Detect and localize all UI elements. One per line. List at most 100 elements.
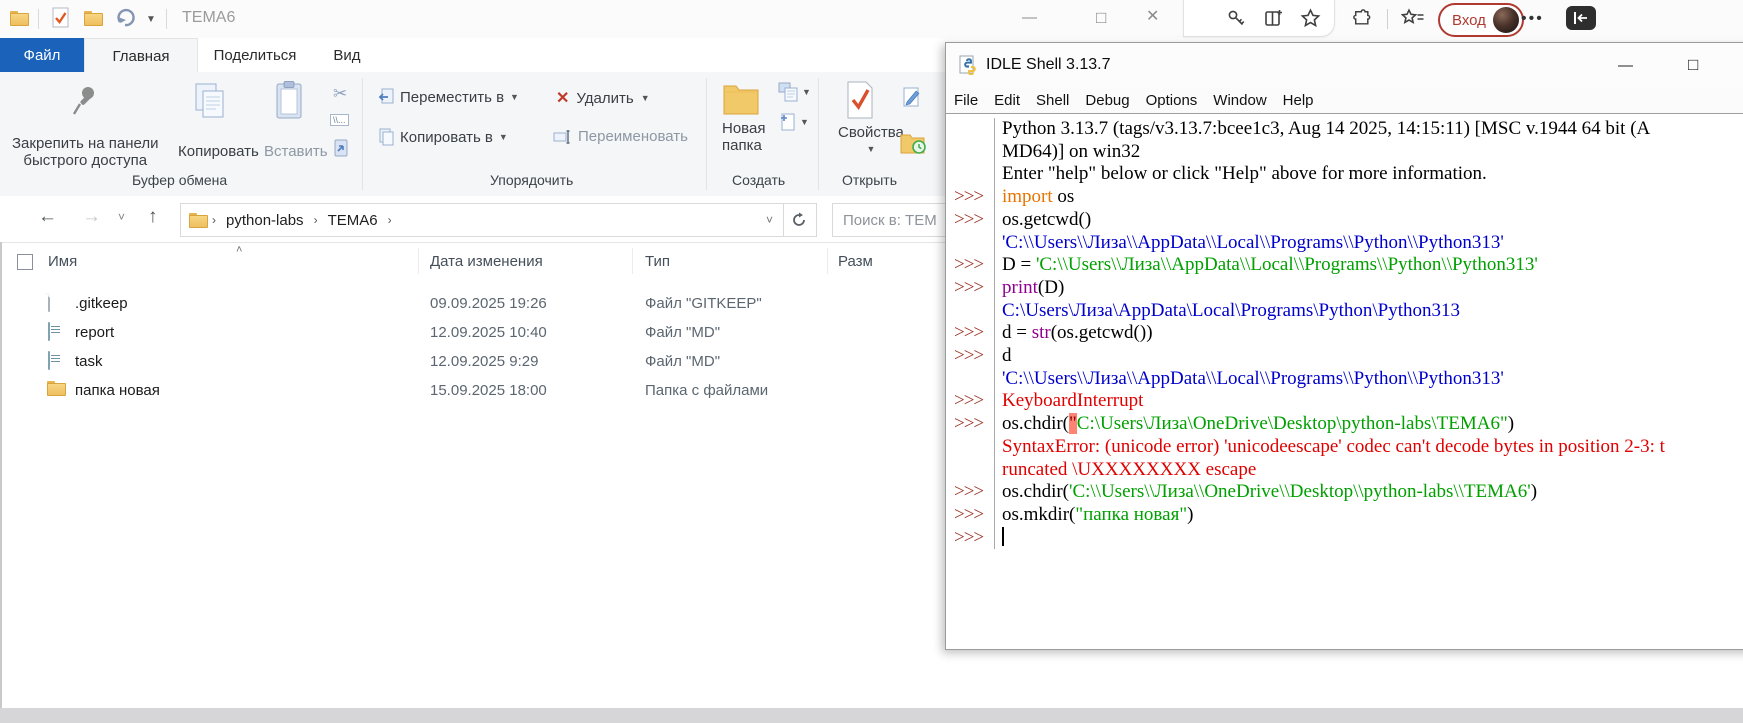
- shell-prompt: >>>: [946, 209, 995, 232]
- idle-menu-window[interactable]: Window: [1205, 92, 1274, 109]
- column-header-name[interactable]: Имя: [48, 253, 77, 270]
- breadcrumb-chevron-icon: ›: [384, 213, 396, 227]
- idle-menu-options[interactable]: Options: [1138, 92, 1206, 109]
- shell-prompt: >>>: [946, 186, 995, 209]
- breadcrumb-item-python-labs[interactable]: python-labs: [220, 212, 310, 229]
- idle-minimize-button[interactable]: —: [1618, 57, 1633, 74]
- new-folder-button[interactable]: Новая папка: [722, 120, 765, 154]
- properties-button[interactable]: Свойства ▼: [838, 124, 904, 154]
- divider: [362, 78, 363, 190]
- idle-menu-edit[interactable]: Edit: [986, 92, 1028, 109]
- extensions-icon[interactable]: [1352, 8, 1373, 29]
- shell-line: >>>os.chdir("C:\Users\Лиза\OneDrive\Desk…: [946, 413, 1743, 436]
- shell-line: >>>: [946, 527, 1743, 550]
- shell-line: C:\Users\Лиза\AppData\Local\Programs\Pyt…: [946, 300, 1743, 323]
- qat-customize-caret-icon[interactable]: ▼: [146, 14, 156, 25]
- cut-icon[interactable]: ✂: [333, 84, 347, 104]
- group-label-open: Открыть: [842, 172, 897, 188]
- rename-button[interactable]: Переименовать: [553, 128, 688, 145]
- history-icon[interactable]: [900, 132, 926, 154]
- breadcrumb-chevron-icon: ›: [208, 213, 220, 227]
- column-divider[interactable]: [418, 248, 419, 274]
- file-date: 09.09.2025 19:26: [430, 295, 547, 312]
- idle-menu-help[interactable]: Help: [1275, 92, 1322, 109]
- shell-gutter: [946, 232, 995, 255]
- idle-menu-debug[interactable]: Debug: [1077, 92, 1137, 109]
- easy-access-icon[interactable]: ▼: [778, 82, 811, 102]
- copy-to-button[interactable]: Копировать в▼: [378, 128, 508, 146]
- shell-lines[interactable]: Python 3.13.7 (tags/v3.13.7:bcee1c3, Aug…: [946, 114, 1743, 649]
- breadcrumb-item-tema6[interactable]: TEMA6: [322, 212, 384, 229]
- tab-file[interactable]: Файл: [0, 38, 84, 72]
- select-all-checkbox[interactable]: [17, 254, 33, 270]
- up-button[interactable]: ↑: [148, 206, 158, 228]
- copy-path-icon[interactable]: \\...: [330, 114, 349, 126]
- column-divider[interactable]: [632, 248, 633, 274]
- column-header-date[interactable]: Дата изменения: [430, 253, 543, 270]
- group-label-create: Создать: [732, 172, 785, 188]
- divider: [706, 78, 707, 190]
- tab-view[interactable]: Вид: [314, 38, 380, 72]
- breadcrumb-folder-icon: [189, 213, 208, 228]
- back-button[interactable]: ←: [38, 206, 57, 228]
- text-cursor: [1002, 527, 1004, 546]
- paste-button[interactable]: Вставить: [264, 143, 328, 160]
- idle-menu-file[interactable]: File: [946, 92, 986, 109]
- refresh-button[interactable]: [782, 203, 817, 237]
- idle-maximize-button[interactable]: □: [1688, 55, 1698, 75]
- file-name: папка новая: [75, 382, 160, 399]
- favorites-list-icon[interactable]: [1401, 8, 1425, 28]
- explorer-minimize-button[interactable]: —: [1022, 10, 1037, 25]
- explorer-close-button[interactable]: ✕: [1146, 9, 1159, 25]
- shell-line: 'C:\\Users\\Лиза\\AppData\\Local\\Progra…: [946, 232, 1743, 255]
- pin-button[interactable]: Закрепить на панели быстрого доступа: [12, 135, 159, 169]
- split-screen-plus-icon[interactable]: [1264, 8, 1284, 28]
- paste-shortcut-icon[interactable]: [333, 138, 349, 158]
- forward-button[interactable]: →: [82, 206, 101, 228]
- file-row[interactable]: report 12.09.2025 10:40 Файл "MD": [0, 319, 940, 347]
- shell-gutter: [946, 368, 995, 391]
- shell-prompt: >>>: [946, 277, 995, 300]
- desktop-edge: [0, 708, 1743, 723]
- properties-qat-icon[interactable]: [52, 7, 70, 29]
- breadcrumb[interactable]: › python-labs › TEMA6 › ˅: [180, 203, 784, 237]
- tab-home[interactable]: Главная: [84, 38, 198, 73]
- column-divider[interactable]: [827, 248, 828, 274]
- file-row[interactable]: папка новая 15.09.2025 18:00 Папка с фай…: [0, 377, 940, 405]
- file-date: 12.09.2025 10:40: [430, 324, 547, 341]
- file-type: Файл "MD": [645, 353, 720, 370]
- file-row[interactable]: .gitkeep 09.09.2025 19:26 Файл "GITKEEP": [0, 290, 940, 318]
- redo-icon[interactable]: [116, 8, 138, 28]
- shell-line: >>>os.mkdir("папка новая"): [946, 504, 1743, 527]
- move-to-button[interactable]: Переместить в▼: [378, 88, 519, 106]
- sidebar-toggle-icon[interactable]: [1566, 6, 1596, 30]
- explorer-maximize-button[interactable]: □: [1096, 9, 1106, 26]
- copy-button[interactable]: Копировать: [178, 143, 259, 160]
- column-header-size[interactable]: Разм: [838, 253, 873, 270]
- more-options-icon[interactable]: •••: [1521, 10, 1544, 28]
- edit-icon[interactable]: [902, 86, 924, 110]
- md-file-icon: [48, 351, 50, 370]
- properties-icon: [845, 80, 875, 120]
- shell-gutter: [946, 436, 995, 459]
- new-folder-qat-icon[interactable]: [84, 11, 103, 26]
- recent-locations-caret-icon[interactable]: ˅: [118, 210, 125, 224]
- idle-menu-shell[interactable]: Shell: [1028, 92, 1077, 109]
- address-dropdown-caret-icon[interactable]: ˅: [766, 213, 773, 227]
- explorer-logo-folder-icon: [10, 11, 29, 26]
- tab-share[interactable]: Поделиться: [196, 38, 314, 72]
- file-name: task: [75, 353, 103, 370]
- avatar: [1493, 7, 1519, 33]
- column-header-type[interactable]: Тип: [645, 253, 670, 270]
- new-item-icon[interactable]: ▼: [780, 112, 809, 132]
- signin-button[interactable]: Вход: [1438, 3, 1524, 37]
- shell-gutter: [946, 300, 995, 323]
- file-row[interactable]: task 12.09.2025 9:29 Файл "MD": [0, 348, 940, 376]
- key-icon[interactable]: [1226, 8, 1246, 28]
- idle-titlebar[interactable]: IDLE Shell 3.13.7 — □: [946, 43, 1743, 87]
- delete-button[interactable]: ✕ Удалить▼: [556, 88, 650, 108]
- shell-line: >>>print(D): [946, 277, 1743, 300]
- favorite-star-icon[interactable]: [1300, 8, 1321, 28]
- shell-prompt: >>>: [946, 481, 995, 504]
- shell-prompt: >>>: [946, 254, 995, 277]
